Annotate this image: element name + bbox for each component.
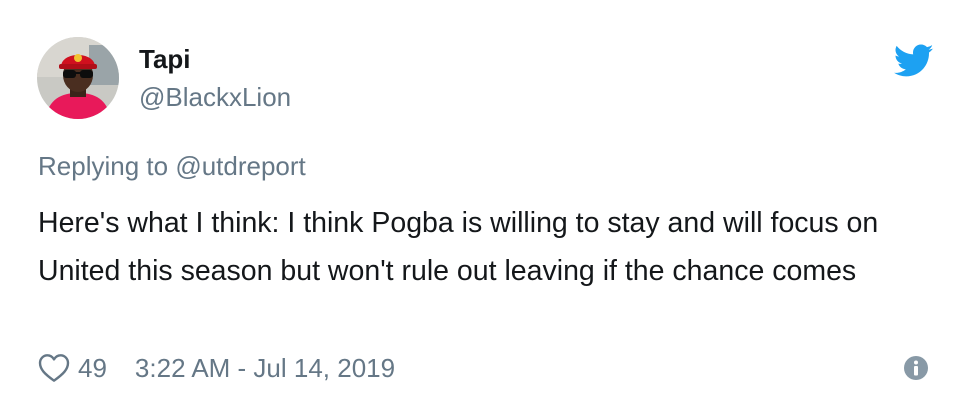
heart-icon[interactable]	[38, 353, 70, 383]
twitter-bird-glyph	[893, 44, 934, 77]
info-icon[interactable]	[903, 355, 929, 381]
tweet-text: Here's what I think: I think Pogba is wi…	[38, 207, 879, 287]
display-name[interactable]: Tapi	[139, 43, 191, 75]
user-handle[interactable]: @BlackxLion	[139, 81, 291, 113]
embedded-tweet: Tapi @BlackxLion Replying to @utdreport …	[0, 0, 970, 406]
tweet-timestamp[interactable]: 3:22 AM - Jul 14, 2019	[135, 353, 395, 384]
replying-to-label: Replying to	[38, 151, 176, 181]
tweet-meta: 49 3:22 AM - Jul 14, 2019	[38, 350, 395, 386]
avatar-image	[37, 37, 119, 119]
like-count[interactable]: 49	[78, 353, 107, 384]
twitter-bird-icon[interactable]	[893, 44, 934, 78]
info-glyph	[904, 356, 928, 380]
reply-mention-link[interactable]: @utdreport	[175, 151, 305, 181]
avatar[interactable]	[37, 37, 119, 119]
replying-to: Replying to @utdreport	[38, 150, 306, 182]
heart-glyph	[38, 354, 70, 382]
